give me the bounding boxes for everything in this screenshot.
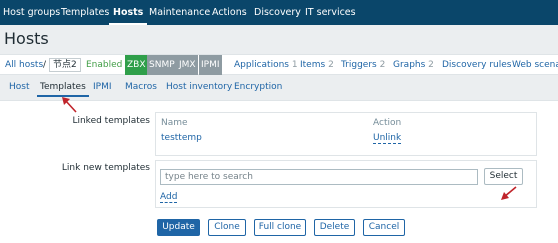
nav-it-services[interactable]: IT services bbox=[305, 0, 356, 25]
breadcrumb-all-hosts[interactable]: All hosts bbox=[5, 55, 43, 75]
tab-ipmi[interactable]: IPMI bbox=[93, 82, 112, 92]
linked-templates-panel: Name Action testtemp Unlink bbox=[155, 112, 537, 156]
annotation-arrow-icon bbox=[501, 186, 517, 200]
linked-templates-label: Linked templates bbox=[72, 116, 150, 126]
subnav-web-scenarios[interactable]: Web scenar bbox=[512, 55, 558, 75]
breadcrumb-separator: / bbox=[43, 60, 47, 70]
tab-macros[interactable]: Macros bbox=[125, 82, 157, 92]
subnav-graphs[interactable]: Graphs 2 bbox=[393, 55, 434, 75]
subnav-discovery-rules[interactable]: Discovery rules bbox=[442, 55, 511, 75]
full-clone-button[interactable]: Full clone bbox=[254, 219, 306, 236]
link-new-templates-label: Link new templates bbox=[61, 163, 150, 173]
update-button[interactable]: Update bbox=[157, 219, 200, 236]
cancel-button[interactable]: Cancel bbox=[363, 219, 405, 236]
nav-host-groups[interactable]: Host groups bbox=[3, 0, 60, 25]
subnav-applications[interactable]: Applications 1 bbox=[234, 55, 298, 75]
tab-encryption[interactable]: Encryption bbox=[234, 82, 282, 92]
delete-button[interactable]: Delete bbox=[314, 219, 355, 236]
annotation-arrow-icon bbox=[62, 97, 77, 113]
tab-templates[interactable]: Templates bbox=[37, 82, 89, 97]
nav-actions[interactable]: Actions bbox=[212, 0, 247, 25]
tab-host[interactable]: Host bbox=[9, 82, 30, 92]
host-subnav: All hosts / 节点2 Enabled ZBX SNMP JMX IPM… bbox=[0, 54, 558, 75]
availability-jmx: JMX bbox=[177, 55, 198, 75]
host-tabs: Host Templates IPMI Macros Host inventor… bbox=[0, 79, 558, 101]
availability-zbx: ZBX bbox=[125, 55, 148, 75]
linked-template-name[interactable]: testtemp bbox=[161, 133, 202, 143]
top-navigation: Host groups Templates Hosts Maintenance … bbox=[0, 0, 558, 25]
page-title: Hosts bbox=[4, 29, 49, 48]
templates-form: Linked templates Name Action testtemp Un… bbox=[0, 101, 558, 243]
nav-templates[interactable]: Templates bbox=[61, 0, 109, 25]
availability-ipmi: IPMI bbox=[199, 55, 222, 75]
host-status-enabled[interactable]: Enabled bbox=[86, 55, 122, 75]
nav-hosts[interactable]: Hosts bbox=[108, 0, 148, 25]
breadcrumb-host-name[interactable]: 节点2 bbox=[49, 58, 81, 72]
column-name-header: Name bbox=[161, 118, 188, 128]
tab-host-inventory[interactable]: Host inventory bbox=[166, 82, 232, 92]
nav-maintenance[interactable]: Maintenance bbox=[149, 0, 210, 25]
template-search-input[interactable]: type here to search bbox=[160, 169, 478, 185]
clone-button[interactable]: Clone bbox=[208, 219, 246, 236]
nav-discovery[interactable]: Discovery bbox=[254, 0, 301, 25]
unlink-link[interactable]: Unlink bbox=[373, 133, 402, 144]
column-action-header: Action bbox=[373, 118, 402, 128]
subnav-triggers[interactable]: Triggers 2 bbox=[341, 55, 385, 75]
subnav-items[interactable]: Items 2 bbox=[300, 55, 334, 75]
add-link[interactable]: Add bbox=[160, 192, 178, 203]
availability-snmp: SNMP bbox=[147, 55, 177, 75]
